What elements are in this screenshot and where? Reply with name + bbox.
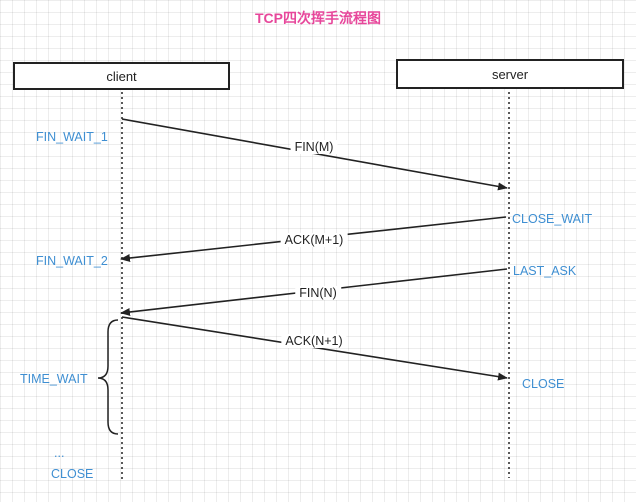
- state-ellipsis: ...: [54, 446, 65, 460]
- sequence-lines: [97, 92, 510, 480]
- state-client-close: CLOSE: [51, 467, 94, 481]
- state-server-close: CLOSE: [522, 377, 565, 391]
- fin-m-label: FIN(M): [290, 140, 338, 154]
- fin-n-label: FIN(N): [295, 286, 341, 300]
- state-close-wait: CLOSE_WAIT: [512, 212, 593, 226]
- state-last-ask: LAST_ASK: [513, 264, 577, 278]
- state-fin-wait-1: FIN_WAIT_1: [36, 130, 108, 144]
- ack-m1-label: ACK(M+1): [280, 233, 348, 247]
- time-wait-brace: [97, 319, 119, 435]
- state-fin-wait-2: FIN_WAIT_2: [36, 254, 108, 268]
- state-time-wait: TIME_WAIT: [20, 372, 88, 386]
- ack-n1-label: ACK(N+1): [281, 334, 347, 348]
